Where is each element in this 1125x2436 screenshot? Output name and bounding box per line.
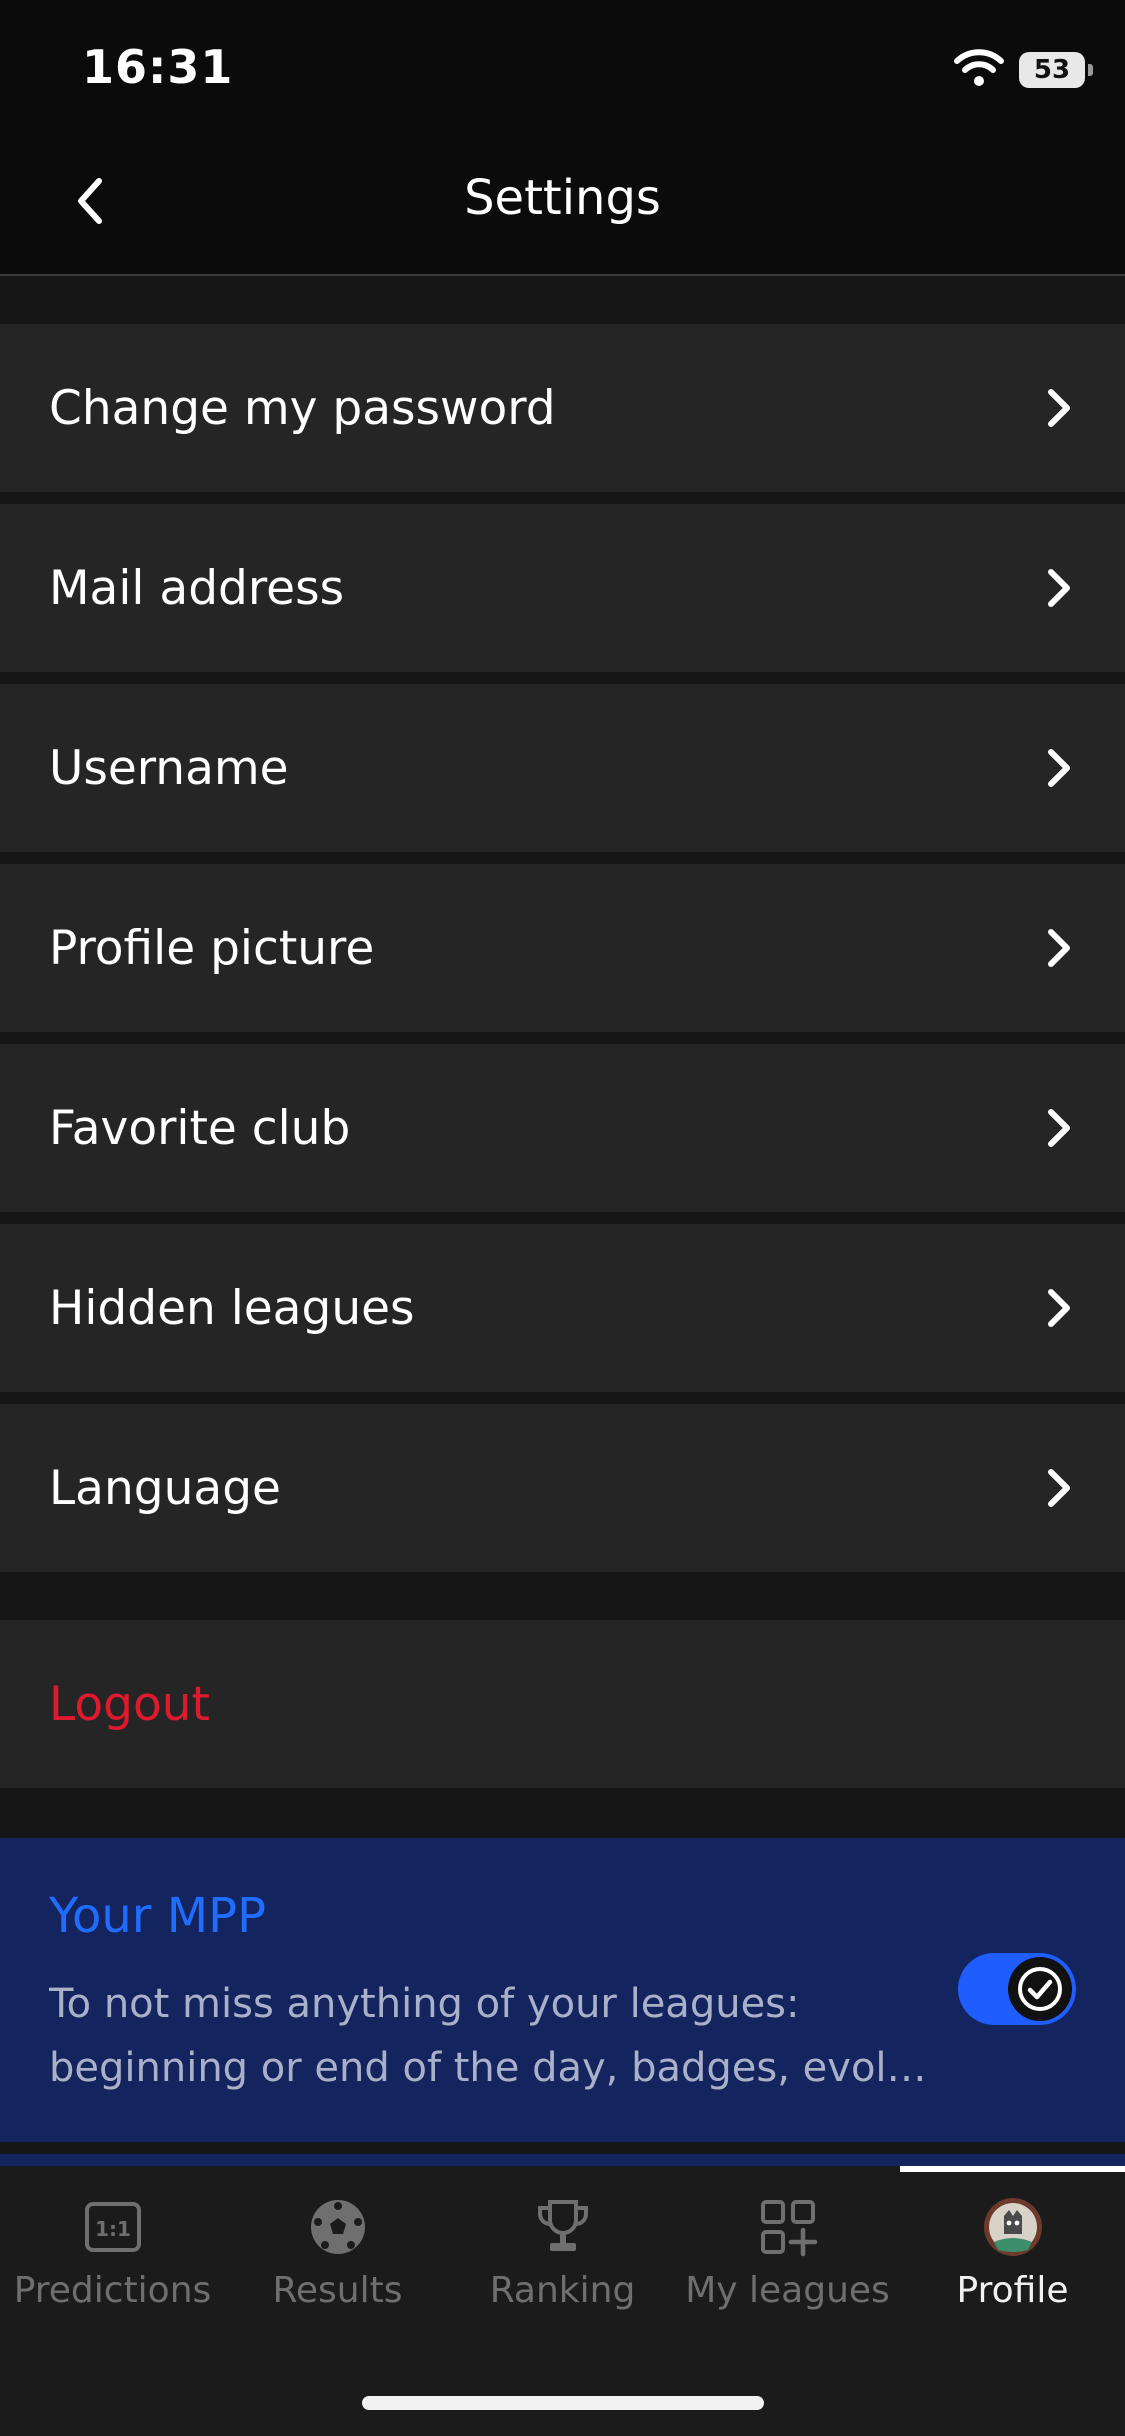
mpp-description-line: beginning or end of the day, badges, evo…: [49, 2045, 929, 2091]
tab-label: Results: [272, 2270, 403, 2311]
scoreboard-icon: 1:1: [85, 2202, 141, 2252]
status-time: 16:31: [82, 40, 234, 94]
toggle-knob: [1008, 1957, 1072, 2021]
tab-label: Ranking: [489, 2270, 636, 2311]
card-divider: [0, 2154, 1125, 2166]
avatar-icon: [984, 2198, 1042, 2256]
settings-menu: Change my password Mail address Username…: [0, 324, 1125, 1584]
menu-item-label: Hidden leagues: [49, 1280, 415, 1336]
menu-item-label: Profile picture: [49, 920, 375, 976]
chevron-right-icon: [1048, 389, 1070, 427]
chevron-right-icon: [1048, 749, 1070, 787]
svg-text:1:1: 1:1: [95, 2217, 131, 2241]
nav-bar: Settings: [0, 130, 1125, 276]
menu-item-profile-picture[interactable]: Profile picture: [0, 864, 1125, 1032]
battery-indicator: 53: [1019, 52, 1093, 88]
page-title: Settings: [464, 170, 661, 226]
tab-results[interactable]: Results: [225, 2166, 450, 2316]
mpp-description-line: To not miss anything of your leagues:: [49, 1981, 800, 2027]
chevron-right-icon: [1048, 569, 1070, 607]
logout-label: Logout: [49, 1676, 210, 1732]
menu-item-label: Change my password: [49, 380, 556, 436]
menu-item-username[interactable]: Username: [0, 684, 1125, 852]
menu-item-label: Username: [49, 740, 289, 796]
mpp-description: To not miss anything of your leagues: be…: [49, 1972, 929, 2100]
tab-predictions[interactable]: 1:1 Predictions: [0, 2166, 225, 2316]
chevron-right-icon: [1048, 1469, 1070, 1507]
tab-my-leagues[interactable]: My leagues: [675, 2166, 900, 2316]
home-indicator: [362, 2396, 764, 2410]
logout-button[interactable]: Logout: [0, 1620, 1125, 1788]
menu-item-label: Language: [49, 1460, 281, 1516]
chevron-right-icon: [1048, 1109, 1070, 1147]
menu-item-label: Mail address: [49, 560, 345, 616]
mpp-toggle[interactable]: [958, 1953, 1076, 2025]
menu-item-change-password[interactable]: Change my password: [0, 324, 1125, 492]
tab-bar: 1:1 Predictions Results Ranking My leagu…: [0, 2166, 1125, 2436]
chevron-right-icon: [1048, 929, 1070, 967]
menu-item-mail-address[interactable]: Mail address: [0, 504, 1125, 672]
tab-label: Profile: [956, 2270, 1069, 2311]
wifi-icon: [953, 48, 1005, 92]
menu-item-language[interactable]: Language: [0, 1404, 1125, 1572]
chevron-right-icon: [1048, 1289, 1070, 1327]
football-icon: [311, 2200, 365, 2254]
status-icons: 53: [953, 48, 1093, 92]
grid-plus-icon: [761, 2200, 818, 2257]
tab-ranking[interactable]: Ranking: [450, 2166, 675, 2316]
menu-item-label: Favorite club: [49, 1100, 351, 1156]
tab-label: My leagues: [685, 2270, 890, 2311]
tab-profile[interactable]: Profile: [900, 2166, 1125, 2316]
mpp-notification-card: Your MPP To not miss anything of your le…: [0, 1838, 1125, 2142]
status-bar: 16:31 53: [0, 0, 1125, 130]
tab-label: Predictions: [13, 2270, 212, 2311]
menu-item-favorite-club[interactable]: Favorite club: [0, 1044, 1125, 1212]
checkmark-icon: [1018, 1967, 1062, 2011]
mpp-title: Your MPP: [49, 1888, 267, 1944]
trophy-icon: [538, 2200, 588, 2251]
menu-item-hidden-leagues[interactable]: Hidden leagues: [0, 1224, 1125, 1392]
